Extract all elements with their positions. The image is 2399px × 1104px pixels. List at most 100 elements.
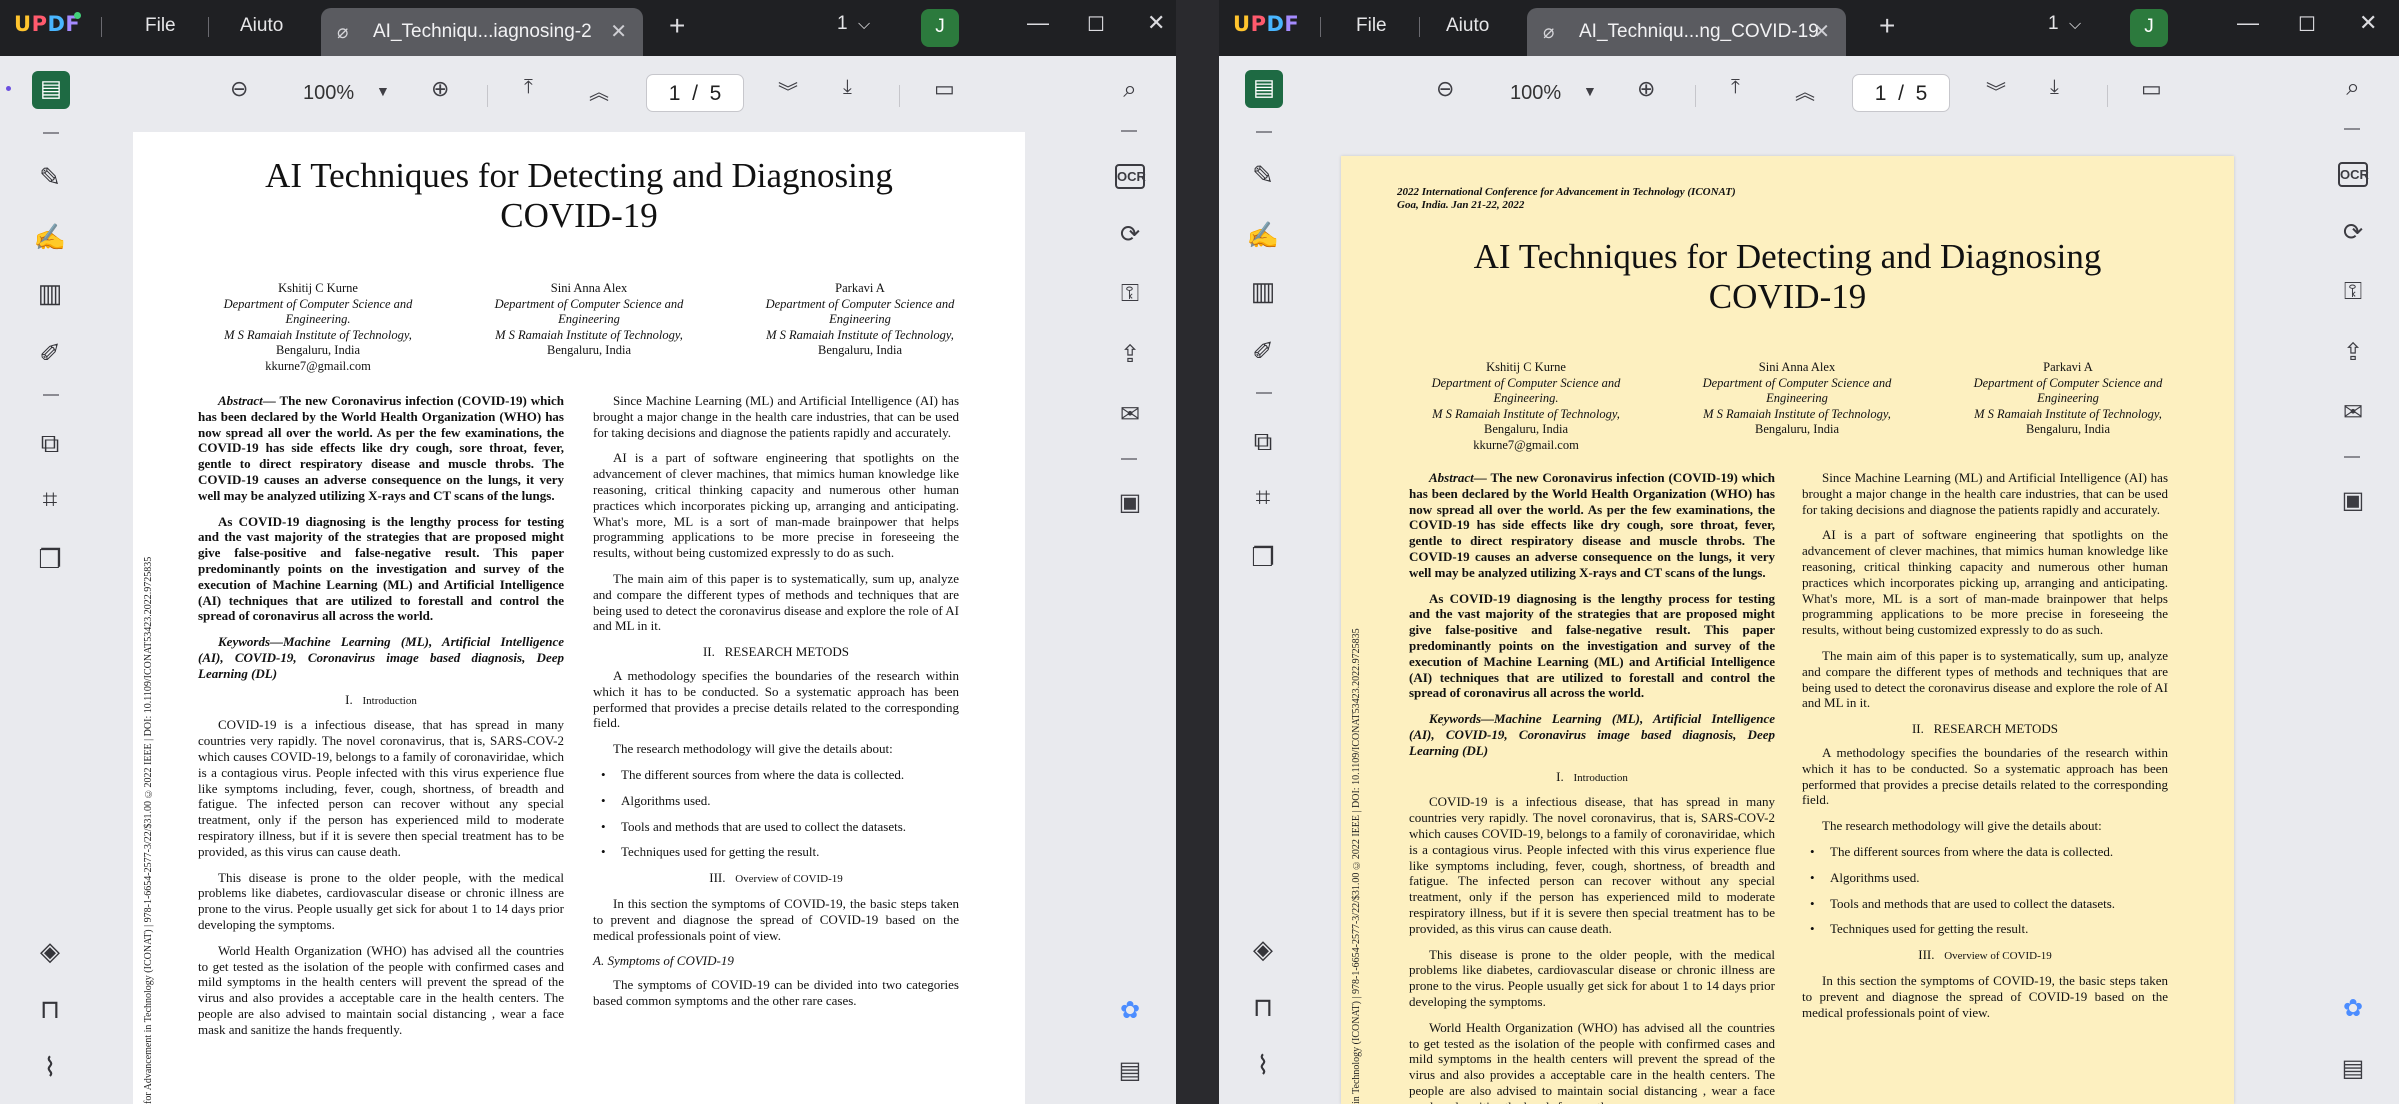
email-icon[interactable]: ✉ xyxy=(1112,400,1148,429)
last-page-icon[interactable]: ⤓ xyxy=(843,76,852,99)
zoom-out-icon[interactable]: ⊖ xyxy=(1436,76,1454,102)
email-icon[interactable]: ✉ xyxy=(2335,398,2371,427)
author-card: Kshitij C Kurne Department of Computer Sc… xyxy=(223,281,413,373)
first-page-icon[interactable]: ⤒ xyxy=(1731,76,1740,99)
menu-aiuto[interactable]: Aiuto xyxy=(1446,15,1489,37)
crop-icon[interactable]: ⌗ xyxy=(1245,482,1281,514)
form-icon[interactable]: ▥ xyxy=(1245,276,1281,307)
zoom-in-icon[interactable]: ⊕ xyxy=(431,76,449,102)
reader-icon[interactable]: ▤ xyxy=(32,71,70,109)
notification-dot xyxy=(74,12,81,19)
presentation-icon[interactable]: ▭ xyxy=(934,76,955,102)
zoom-level[interactable]: 100% xyxy=(1510,82,1561,105)
previous-page-icon[interactable]: ︽ xyxy=(1795,76,1815,105)
minimize-icon[interactable]: — xyxy=(2237,10,2259,36)
ai-assistant-icon[interactable]: ✿ xyxy=(1112,996,1148,1025)
document-tab[interactable]: ⌀ AI_Techniqu...ng_COVID-19 ✕ xyxy=(1527,8,1846,56)
page-tools-icon[interactable]: ❐ xyxy=(32,544,68,575)
search-icon[interactable]: ⌕ xyxy=(1112,76,1148,104)
first-page-icon[interactable]: ⤒ xyxy=(524,76,533,99)
share-icon[interactable]: ⇪ xyxy=(2335,338,2371,367)
right-column: Since Machine Learning (ML) and Artifici… xyxy=(593,393,959,1019)
bookmark-icon[interactable]: ⊓ xyxy=(1245,992,1281,1023)
save-icon[interactable]: ▣ xyxy=(1112,488,1148,517)
updf-logo[interactable]: UPDF xyxy=(1233,12,1299,36)
next-page-icon[interactable]: ︾ xyxy=(778,76,798,105)
layers-icon[interactable]: ◈ xyxy=(1245,934,1281,965)
next-page-icon[interactable]: ︾ xyxy=(1986,76,2006,105)
close-tab-icon[interactable]: ✕ xyxy=(610,19,627,44)
close-window-icon[interactable]: ✕ xyxy=(2359,10,2377,36)
page-tools-icon[interactable]: ❐ xyxy=(1245,542,1281,573)
zoom-dropdown-icon[interactable]: ▼ xyxy=(376,83,390,99)
organize-pages-icon[interactable]: ⧉ xyxy=(1245,426,1281,458)
updf-logo[interactable]: UPDF xyxy=(14,12,80,36)
sidebar-divider xyxy=(43,394,59,396)
chevron-down-icon[interactable]: ⌵ xyxy=(858,16,870,34)
doi-sidebar-text: for Advancement in Technology (ICONAT) |… xyxy=(143,556,154,1104)
sidebar-divider xyxy=(1121,130,1137,132)
conference-header: 2022 International Conference for Advanc… xyxy=(1397,186,1736,211)
organize-pages-icon[interactable]: ⧉ xyxy=(32,428,68,460)
attachment-icon[interactable]: ⌇ xyxy=(32,1052,68,1083)
search-icon[interactable]: ⌕ xyxy=(2335,74,2371,102)
last-page-icon[interactable]: ⤓ xyxy=(2050,76,2059,99)
ocr-icon[interactable]: OCR xyxy=(2338,162,2369,187)
new-tab-icon[interactable]: + xyxy=(669,10,685,42)
comment-icon[interactable]: ▤ xyxy=(2335,1054,2371,1083)
chevron-down-icon[interactable]: ⌵ xyxy=(2069,16,2081,34)
menu-aiuto[interactable]: Aiuto xyxy=(240,15,283,37)
user-avatar[interactable]: J xyxy=(2130,9,2168,47)
ocr-icon[interactable]: OCR xyxy=(1115,164,1146,189)
body-paragraph: The research methodology will give the d… xyxy=(1822,818,2102,834)
paper-title: AI Techniques for Detecting and Diagnosi… xyxy=(1473,237,2102,316)
protect-icon[interactable]: ⚿ xyxy=(1112,280,1148,308)
reader-icon[interactable]: ▤ xyxy=(1245,70,1283,108)
fill-sign-icon[interactable]: ✐ xyxy=(32,338,68,369)
highlighter-icon[interactable]: ✎ xyxy=(32,162,68,193)
convert-icon[interactable]: ⟳ xyxy=(1112,220,1148,249)
attachment-icon[interactable]: ⌇ xyxy=(1245,1050,1281,1081)
presentation-icon[interactable]: ▭ xyxy=(2141,76,2162,102)
zoom-out-icon[interactable]: ⊖ xyxy=(230,76,248,102)
page-number-input[interactable]: 1 / 5 xyxy=(646,74,744,112)
convert-icon[interactable]: ⟳ xyxy=(2335,218,2371,247)
edit-pdf-icon[interactable]: ✍ xyxy=(1245,220,1281,251)
zoom-dropdown-icon[interactable]: ▼ xyxy=(1583,83,1597,99)
bullet-list: The different sources from where the dat… xyxy=(1802,844,2168,937)
zoom-in-icon[interactable]: ⊕ xyxy=(1637,76,1655,102)
tab-count[interactable]: 1 xyxy=(2048,13,2059,35)
fill-sign-icon[interactable]: ✐ xyxy=(1245,336,1281,367)
comment-icon[interactable]: ▤ xyxy=(1112,1056,1148,1085)
protect-icon[interactable]: ⚿ xyxy=(2335,278,2371,306)
close-window-icon[interactable]: ✕ xyxy=(1147,10,1165,36)
author-card: Sini Anna Alex Department of Computer Sci… xyxy=(494,281,684,357)
body-paragraph: World Health Organization (WHO) has advi… xyxy=(198,942,564,1037)
menu-file[interactable]: File xyxy=(1356,15,1387,37)
right-tool-sidebar: ⌕ OCR ⟳ ⚿ ⇪ ✉ ▣ ✿ ▤ xyxy=(1090,56,1176,1104)
layers-icon[interactable]: ◈ xyxy=(32,936,68,967)
zoom-level[interactable]: 100% xyxy=(303,82,354,105)
document-tab[interactable]: ⌀ AI_Techniqu...iagnosing-2 ✕ xyxy=(321,8,643,56)
form-icon[interactable]: ▥ xyxy=(32,278,68,309)
crop-icon[interactable]: ⌗ xyxy=(32,484,68,516)
abstract-paragraph: As COVID-19 diagnosing is the lengthy pr… xyxy=(198,513,564,624)
bookmark-icon[interactable]: ⊓ xyxy=(32,994,68,1025)
share-icon[interactable]: ⇪ xyxy=(1112,340,1148,369)
tab-count[interactable]: 1 xyxy=(837,13,848,35)
minimize-icon[interactable]: — xyxy=(1027,10,1049,36)
new-tab-icon[interactable]: + xyxy=(1879,10,1895,42)
maximize-icon[interactable]: ☐ xyxy=(2298,12,2316,37)
page-number-input[interactable]: 1 / 5 xyxy=(1852,74,1950,112)
edit-pdf-icon[interactable]: ✍ xyxy=(32,222,68,253)
ai-assistant-icon[interactable]: ✿ xyxy=(2335,994,2371,1023)
section-heading: II. RESEARCH METODS xyxy=(702,644,850,660)
save-icon[interactable]: ▣ xyxy=(2335,486,2371,515)
previous-page-icon[interactable]: ︽ xyxy=(589,76,609,105)
maximize-icon[interactable]: ☐ xyxy=(1087,12,1105,37)
highlighter-icon[interactable]: ✎ xyxy=(1245,160,1281,191)
close-tab-icon[interactable]: ✕ xyxy=(1813,19,1830,44)
menu-file[interactable]: File xyxy=(145,15,176,37)
user-avatar[interactable]: J xyxy=(921,9,959,47)
updf-window-left: UPDF File Aiuto ⌀ AI_Techniqu...iagnosin… xyxy=(0,0,1176,1104)
